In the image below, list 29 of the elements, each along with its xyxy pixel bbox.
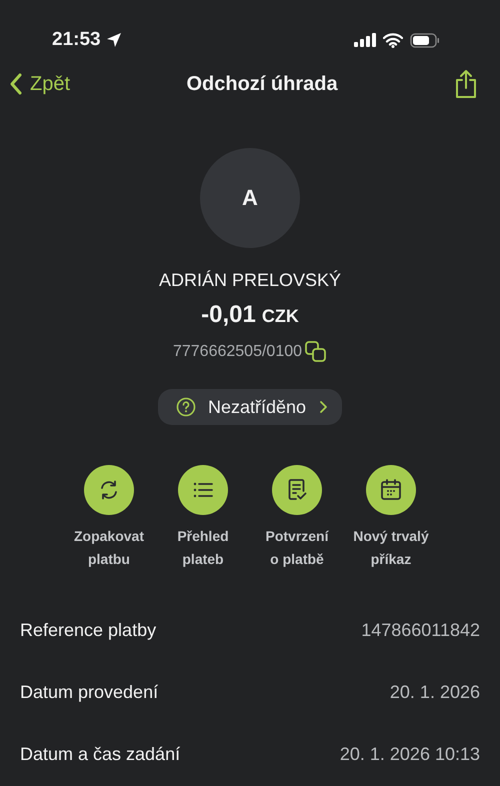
question-icon (176, 397, 196, 417)
copy-icon[interactable] (305, 341, 328, 363)
action-button[interactable]: Nový trvalý příkaz (348, 465, 434, 571)
status-time: 21:53 (52, 29, 101, 51)
signal-icon (354, 33, 376, 47)
detail-value: 147866011842 (361, 620, 480, 640)
chevron-left-icon (8, 72, 24, 96)
calendar-icon (379, 478, 403, 502)
detail-label: Datum provedení (20, 682, 158, 702)
back-button[interactable]: Zpět (8, 72, 70, 96)
share-icon[interactable] (454, 69, 478, 99)
counterparty-name: ADRIÁN PRELOVSKÝ (158, 270, 342, 291)
detail-label: Reference platby (20, 620, 156, 640)
action-button[interactable]: Přehled plateb (160, 465, 246, 571)
detail-value: 20. 1. 2026 10:13 (340, 744, 480, 764)
wifi-icon (383, 32, 403, 48)
avatar: A (200, 148, 300, 248)
amount: -0,01 (201, 301, 256, 329)
battery-icon (410, 32, 440, 48)
category-button[interactable]: Nezatříděno (158, 389, 342, 425)
detail-label: Datum a čas zadání (20, 744, 180, 764)
currency: CZK (262, 306, 299, 327)
account-number: 7776662505/0100 (172, 343, 302, 361)
action-button[interactable]: Potvrzení o platbě (254, 465, 340, 571)
action-button[interactable]: Zopakovat platbu (66, 465, 152, 571)
location-arrow-icon (106, 32, 122, 48)
screen-title: Odchozí úhrada (186, 72, 338, 96)
detail-value: 20. 1. 2026 (390, 682, 480, 702)
chevron-right-icon (318, 400, 328, 414)
